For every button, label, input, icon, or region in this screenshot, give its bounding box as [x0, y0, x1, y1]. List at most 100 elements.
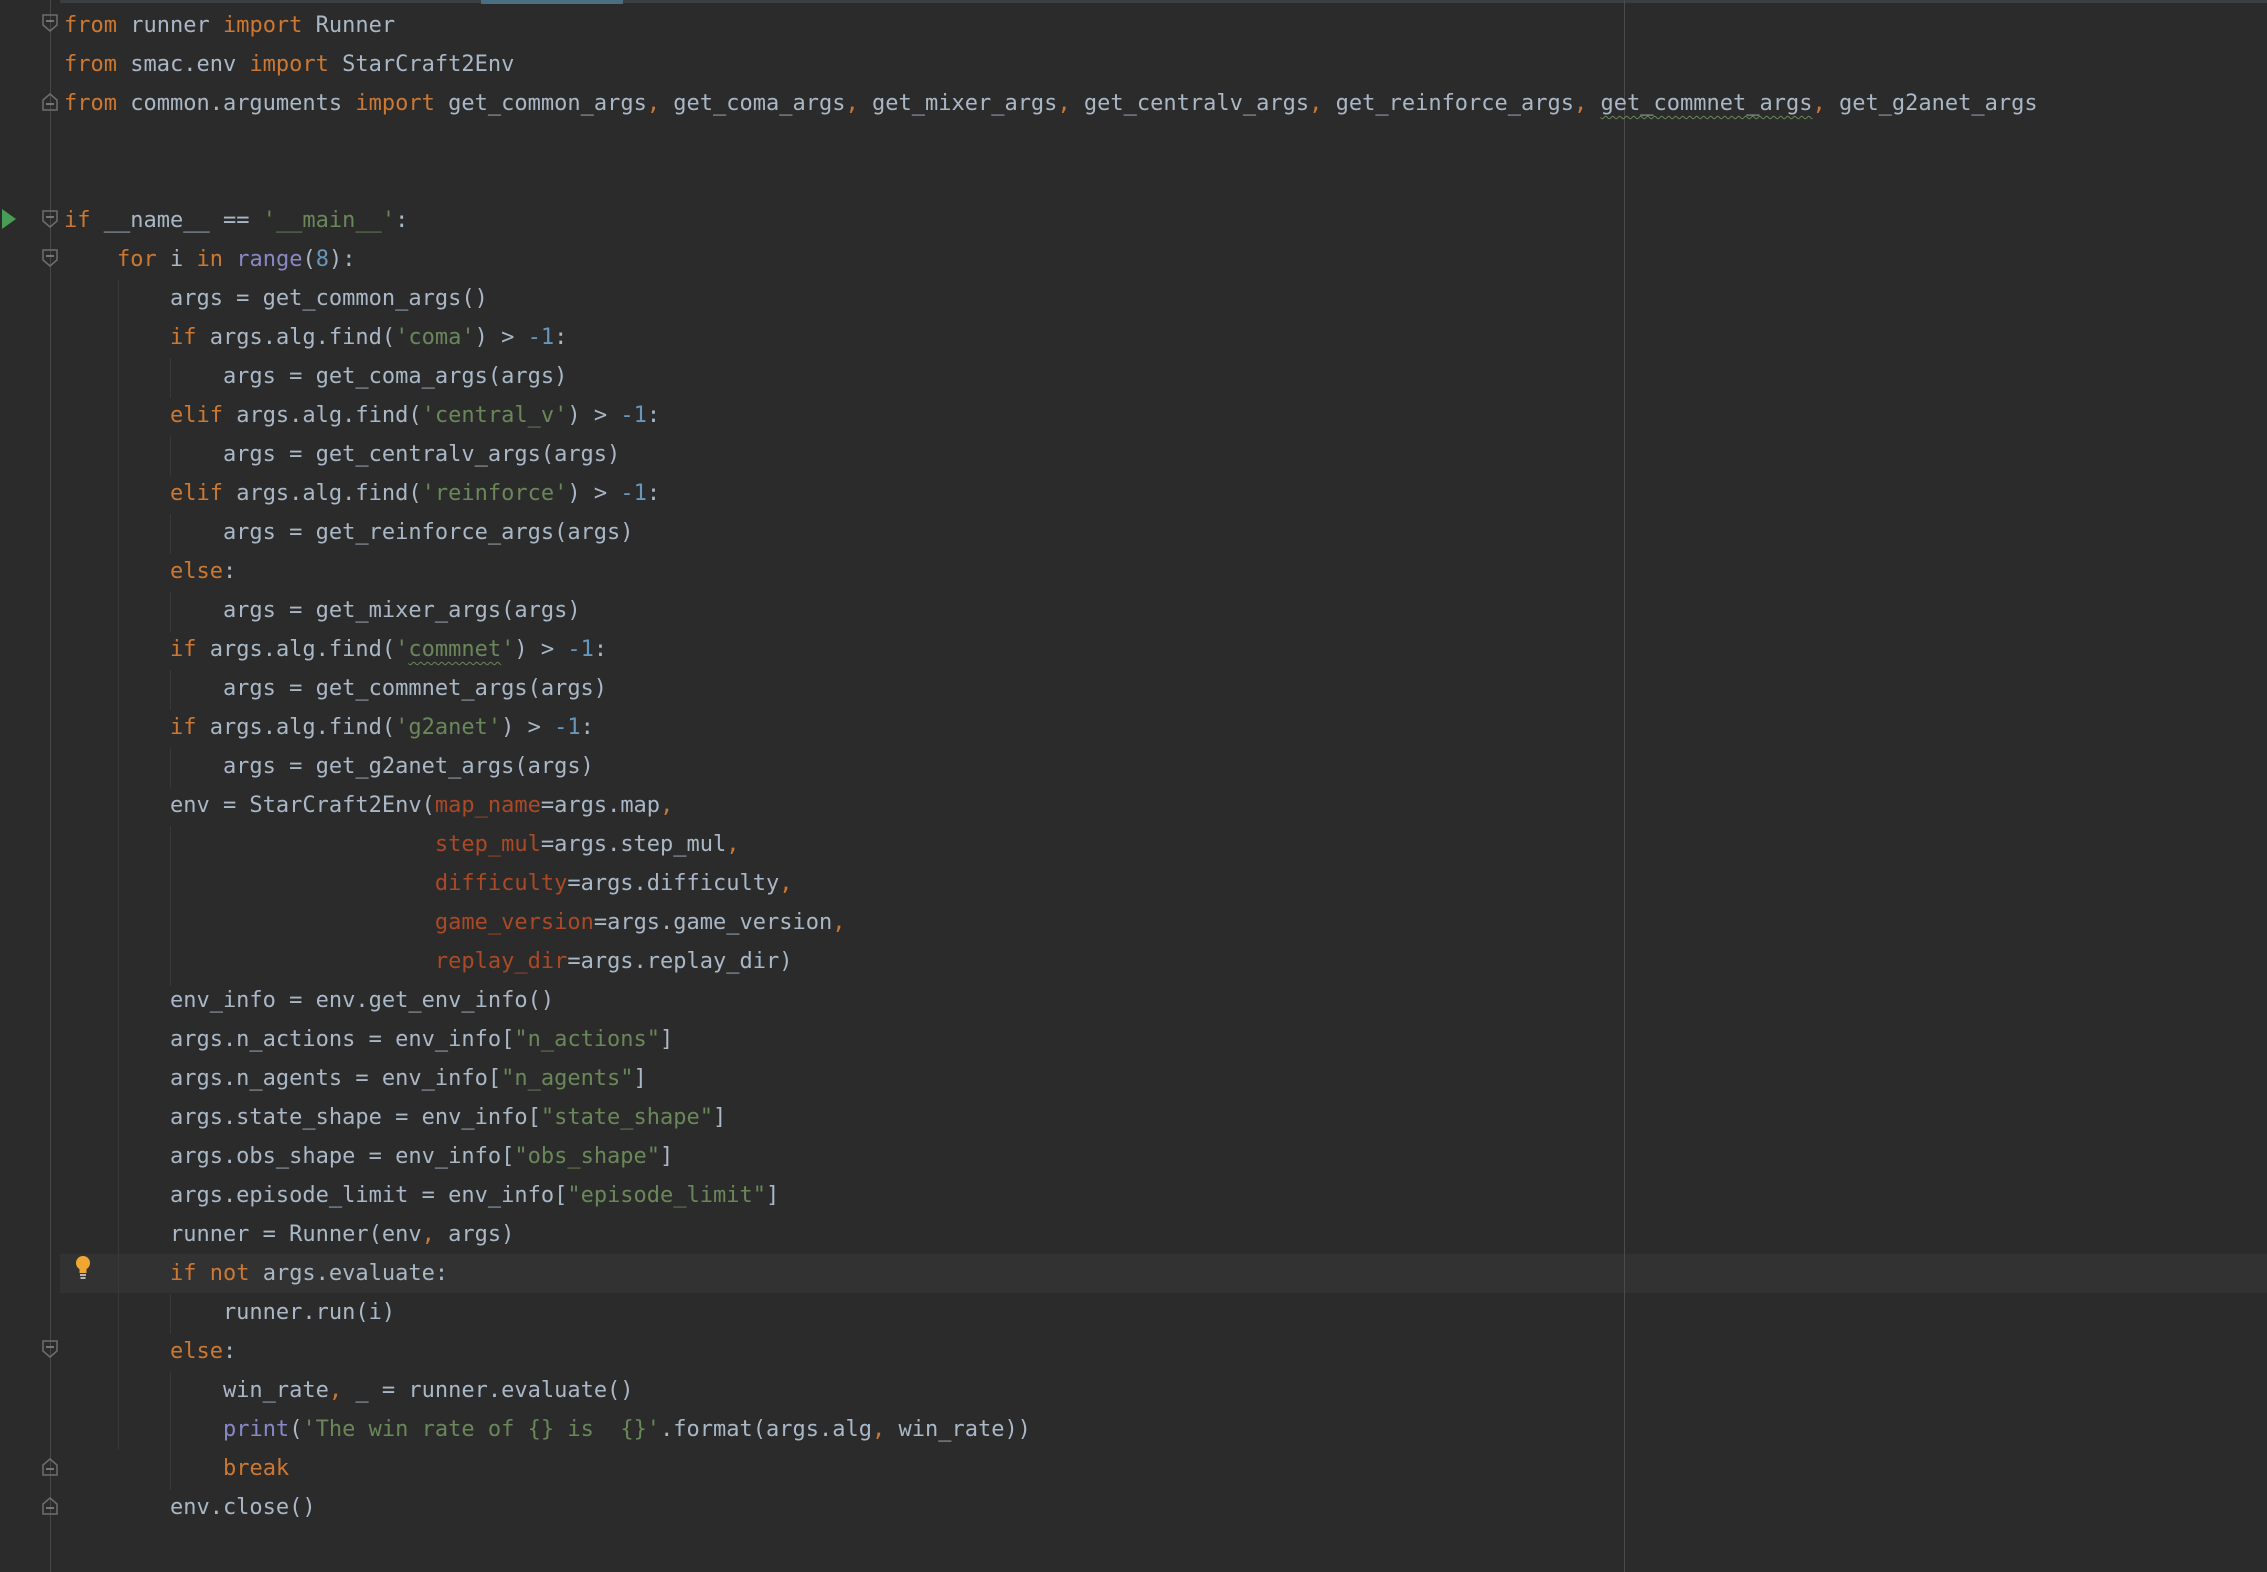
code-token: get_coma_args [660, 91, 846, 116]
code-line[interactable]: args.state_shape = env_info["state_shape… [64, 1098, 2038, 1137]
code-token: args.alg.find( [196, 325, 396, 350]
code-token: args.evaluate: [249, 1261, 449, 1286]
code-line[interactable]: from common.arguments import get_common_… [64, 84, 2038, 123]
parameter-token: replay_dir [434, 949, 568, 974]
keyword-token: import [249, 52, 329, 77]
code-line[interactable]: env_info = env.get_env_info() [64, 981, 2038, 1020]
code-line[interactable]: from runner import Runner [64, 6, 2038, 45]
code-line[interactable]: print('The win rate of {} is {}'.format(… [64, 1410, 2038, 1449]
code-line[interactable]: args = get_coma_args(args) [64, 357, 2038, 396]
string-token: 'coma' [395, 325, 475, 350]
code-line[interactable]: if args.alg.find('g2anet') > -1: [64, 708, 2038, 747]
code-line[interactable]: args = get_mixer_args(args) [64, 591, 2038, 630]
string-token: "state_shape" [540, 1105, 714, 1130]
parameter-token: difficulty [434, 871, 568, 896]
code-token: get_centralv_args [1070, 91, 1310, 116]
code-line[interactable]: if args.alg.find('commnet') > -1: [64, 630, 2038, 669]
code-token: ] [713, 1105, 727, 1130]
code-line[interactable]: args = get_g2anet_args(args) [64, 747, 2038, 786]
active-tab-indicator[interactable] [481, 0, 623, 4]
code-token: args = get_reinforce_args(args) [64, 520, 634, 545]
code-line[interactable]: if __name__ == '__main__': [64, 201, 2038, 240]
code-line[interactable]: else: [64, 1332, 2038, 1371]
code-line[interactable] [64, 123, 2038, 162]
fold-marker-icon[interactable] [42, 1497, 58, 1515]
code-line[interactable]: args.n_agents = env_info["n_agents"] [64, 1059, 2038, 1098]
code-token: =args.replay_dir) [567, 949, 793, 974]
punctuation-token: , [1812, 91, 1826, 116]
code-line[interactable]: env.close() [64, 1488, 2038, 1527]
code-token: =args.map [540, 793, 661, 818]
number-token: -1 [527, 325, 555, 350]
code-token: args.alg.find( [196, 637, 396, 662]
code-line[interactable]: break [64, 1449, 2038, 1488]
code-line[interactable]: runner.run(i) [64, 1293, 2038, 1332]
fold-marker-icon[interactable] [42, 14, 58, 32]
code-token: args) [434, 1222, 515, 1247]
fold-marker-icon[interactable] [42, 210, 58, 228]
fold-marker-icon[interactable] [42, 93, 58, 111]
keyword-token: else [169, 559, 223, 584]
number-token: -1 [567, 637, 594, 662]
code-line[interactable]: else: [64, 552, 2038, 591]
fold-marker-icon[interactable] [42, 1340, 58, 1358]
code-token: args = get_mixer_args(args) [64, 598, 581, 623]
code-line[interactable]: args = get_reinforce_args(args) [64, 513, 2038, 552]
code-line[interactable]: game_version=args.game_version, [64, 903, 2038, 942]
code-line[interactable]: env = StarCraft2Env(map_name=args.map, [64, 786, 2038, 825]
code-line[interactable]: if args.alg.find('coma') > -1: [64, 318, 2038, 357]
code-line[interactable]: elif args.alg.find('reinforce') > -1: [64, 474, 2038, 513]
code-token: args.state_shape = env_info[ [64, 1105, 541, 1130]
code-line[interactable]: difficulty=args.difficulty, [64, 864, 2038, 903]
punctuation-token: , [832, 910, 846, 935]
code-line[interactable] [64, 162, 2038, 201]
fold-marker-icon[interactable] [42, 249, 58, 267]
code-line[interactable]: args.episode_limit = env_info["episode_l… [64, 1176, 2038, 1215]
code-token: : [580, 715, 594, 740]
keyword-token: import [222, 13, 303, 38]
code-token: win_rate [64, 1378, 329, 1403]
string-token: ' [395, 637, 409, 662]
keyword-token: in [196, 247, 223, 272]
parameter-token: map_name [434, 793, 541, 818]
code-token: .format(args.alg [660, 1417, 872, 1442]
code-line[interactable]: args = get_common_args() [64, 279, 2038, 318]
code-token: args = get_centralv_args(args) [64, 442, 621, 467]
punctuation-token: , [1057, 91, 1071, 116]
code-token: args.n_agents = env_info[ [64, 1066, 502, 1091]
code-line[interactable]: args.n_actions = env_info["n_actions"] [64, 1020, 2038, 1059]
spelling-typo-token: commnet [408, 637, 502, 662]
code-line[interactable]: args = get_commnet_args(args) [64, 669, 2038, 708]
code-line[interactable]: args = get_centralv_args(args) [64, 435, 2038, 474]
code-token: : [593, 637, 608, 662]
parameter-token: game_version [434, 910, 594, 935]
code-line[interactable]: win_rate, _ = runner.evaluate() [64, 1371, 2038, 1410]
code-line[interactable]: runner = Runner(env, args) [64, 1215, 2038, 1254]
code-token: args = get_commnet_args(args) [64, 676, 608, 701]
code-token: args.obs_shape = env_info[ [64, 1144, 515, 1169]
code-token: ) > [514, 637, 568, 662]
fold-marker-icon[interactable] [42, 1458, 58, 1476]
code-token: get_common_args [434, 91, 647, 116]
code-token: ): [328, 247, 356, 272]
number-token: -1 [554, 715, 581, 740]
code-editor[interactable]: from runner import Runner from smac.env i… [0, 0, 2267, 1572]
code-content[interactable]: from runner import Runner from smac.env i… [64, 6, 2038, 1527]
code-line[interactable]: from smac.env import StarCraft2Env [64, 45, 2038, 84]
code-line[interactable]: for i in range(8): [64, 240, 2038, 279]
run-arrow-icon[interactable] [1, 208, 17, 236]
keyword-token: import [355, 91, 435, 116]
code-line[interactable]: elif args.alg.find('central_v') > -1: [64, 396, 2038, 435]
keyword-token: if [169, 325, 197, 350]
code-line[interactable]: args.obs_shape = env_info["obs_shape"] [64, 1137, 2038, 1176]
code-token: : [646, 403, 661, 428]
code-line[interactable]: step_mul=args.step_mul, [64, 825, 2038, 864]
code-token: args.alg.find( [222, 403, 422, 428]
code-line[interactable]: if not args.evaluate: [64, 1254, 2038, 1293]
string-token: "n_agents" [501, 1066, 634, 1091]
code-line[interactable]: replay_dir=args.replay_dir) [64, 942, 2038, 981]
